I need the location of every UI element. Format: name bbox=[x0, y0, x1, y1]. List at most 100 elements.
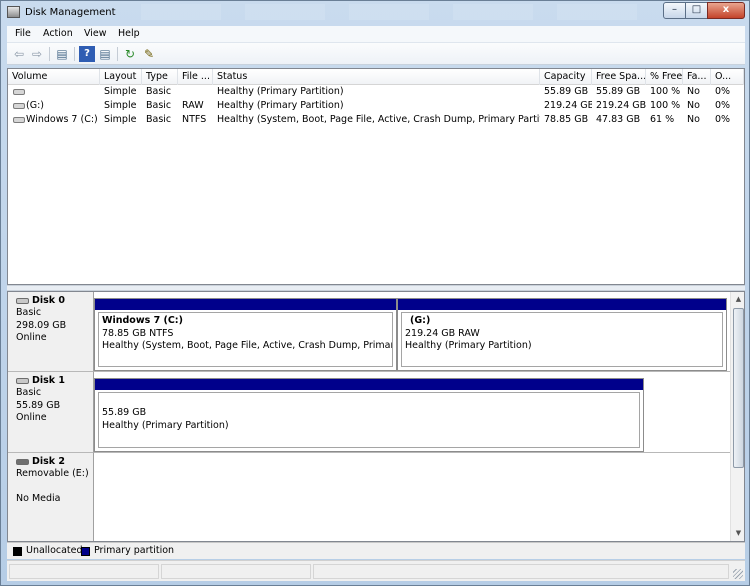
column-fault-tolerance[interactable]: Fa... bbox=[683, 69, 711, 85]
disk-1-type: Basic bbox=[16, 387, 42, 399]
toolbar-separator bbox=[117, 47, 118, 61]
disk-2-label: Disk 2 bbox=[32, 456, 66, 467]
cell-overhead: 0% bbox=[715, 86, 731, 97]
cell-status: Healthy (System, Boot, Page File, Active… bbox=[217, 114, 540, 125]
disk-2-size bbox=[16, 481, 93, 493]
partition-status: Healthy (Primary Partition) bbox=[102, 419, 229, 431]
disk-0-info[interactable]: Disk 0 Basic 298.09 GB Online bbox=[8, 292, 94, 372]
cell-free-space: 55.89 GB bbox=[596, 86, 641, 97]
close-button[interactable]: x bbox=[707, 2, 745, 19]
column-capacity[interactable]: Capacity bbox=[540, 69, 592, 85]
window-title: Disk Management bbox=[25, 7, 116, 18]
status-bar bbox=[7, 560, 745, 581]
menu-action[interactable]: Action bbox=[43, 28, 73, 39]
export-list-icon[interactable]: ✎ bbox=[141, 46, 157, 62]
volume-row[interactable]: (G:) Simple Basic RAW Healthy (Primary P… bbox=[8, 99, 744, 113]
partition-windows-7-c[interactable]: Windows 7 (C:) 78.85 GB NTFS Healthy (Sy… bbox=[94, 298, 397, 371]
disk-0-status: Online bbox=[16, 331, 47, 343]
partition-disk-1[interactable]: 55.89 GB Healthy (Primary Partition) bbox=[94, 378, 644, 452]
column-overhead[interactable]: O... bbox=[711, 69, 744, 85]
partition-size: 219.24 GB RAW bbox=[405, 327, 480, 339]
legend-unallocated: Unallocated bbox=[26, 545, 83, 556]
primary-partition-bar bbox=[95, 299, 396, 310]
cell-fault-tolerance: No bbox=[687, 114, 700, 125]
hard-disk-icon bbox=[16, 378, 29, 384]
scrollbar-thumb[interactable] bbox=[733, 308, 744, 468]
disk-1-label: Disk 1 bbox=[32, 375, 66, 386]
partition-g[interactable]: (G:) 219.24 GB RAW Healthy (Primary Part… bbox=[397, 298, 727, 371]
column-layout[interactable]: Layout bbox=[100, 69, 142, 85]
partition-name: (G:) bbox=[410, 315, 431, 326]
disk-1-status: Online bbox=[16, 411, 47, 423]
column-status[interactable]: Status bbox=[213, 69, 540, 85]
back-arrow-icon[interactable]: ⇦ bbox=[11, 46, 27, 62]
show-pane-icon[interactable]: ▤ bbox=[97, 46, 113, 62]
column-free-space[interactable]: Free Spa... bbox=[592, 69, 646, 85]
scroll-down-arrow-icon[interactable]: ▼ bbox=[732, 526, 744, 541]
cell-free-space: 47.83 GB bbox=[596, 114, 641, 125]
disk-map-scrollbar[interactable]: ▲ ▼ bbox=[730, 292, 744, 541]
disk-management-app-icon bbox=[7, 6, 20, 18]
background-taskbar-previews bbox=[131, 4, 651, 20]
disk-0-name: Disk 0 bbox=[16, 295, 93, 307]
disk-1-size: 55.89 GB bbox=[16, 399, 61, 411]
disk-1-partitions: 55.89 GB Healthy (Primary Partition) bbox=[94, 372, 730, 453]
cell-overhead: 0% bbox=[715, 100, 731, 111]
forward-arrow-icon[interactable]: ⇨ bbox=[29, 46, 45, 62]
disk-1-info[interactable]: Disk 1 Basic 55.89 GB Online bbox=[8, 372, 94, 453]
menu-bar: File Action View Help bbox=[7, 26, 745, 43]
cell-volume bbox=[22, 85, 100, 99]
column-percent-free[interactable]: % Free bbox=[646, 69, 683, 85]
disk-2-row: Disk 2 Removable (E:) No Media bbox=[8, 453, 730, 541]
cell-percent-free: 61 % bbox=[650, 114, 675, 125]
partition-status: Healthy (Primary Partition) bbox=[405, 340, 532, 351]
column-file-system[interactable]: File ... bbox=[178, 69, 213, 85]
help-icon[interactable]: ? bbox=[79, 46, 95, 62]
title-bar[interactable]: Disk Management – □ x bbox=[1, 1, 749, 25]
resize-grip-icon[interactable] bbox=[733, 569, 743, 579]
status-segment bbox=[313, 564, 729, 579]
cell-percent-free: 100 % bbox=[650, 86, 681, 97]
disk-0-label: Disk 0 bbox=[32, 295, 66, 306]
cell-fault-tolerance: No bbox=[687, 100, 700, 111]
minimize-button[interactable]: – bbox=[663, 2, 686, 19]
column-volume[interactable]: Volume bbox=[8, 69, 100, 85]
console-tree-icon[interactable]: ▤ bbox=[54, 46, 70, 62]
partition-status: Healthy (System, Boot, Page File, Active… bbox=[102, 340, 393, 351]
disk-0-type: Basic bbox=[16, 307, 42, 319]
cell-type: Basic bbox=[146, 100, 172, 111]
partition-details: (G:) 219.24 GB RAW Healthy (Primary Part… bbox=[401, 312, 723, 367]
cell-free-space: 219.24 GB bbox=[596, 100, 646, 111]
volume-list-pane: Volume Layout Type File ... Status Capac… bbox=[7, 68, 745, 285]
cell-fault-tolerance: No bbox=[687, 86, 700, 97]
cell-file-system: RAW bbox=[182, 100, 204, 111]
disk-2-partitions bbox=[94, 453, 730, 541]
cell-capacity: 55.89 GB bbox=[544, 86, 589, 97]
menu-file[interactable]: File bbox=[15, 28, 31, 39]
legend-primary-partition: Primary partition bbox=[94, 545, 175, 556]
maximize-button[interactable]: □ bbox=[685, 2, 708, 19]
disk-0-row: Disk 0 Basic 298.09 GB Online Windows 7 … bbox=[8, 292, 730, 372]
legend-bar: Unallocated Primary partition bbox=[7, 542, 745, 559]
primary-partition-swatch bbox=[81, 547, 90, 556]
refresh-icon[interactable]: ↻ bbox=[122, 46, 138, 62]
volume-row[interactable]: Windows 7 (C:) Simple Basic NTFS Healthy… bbox=[8, 113, 744, 127]
volume-row[interactable]: Simple Basic Healthy (Primary Partition)… bbox=[8, 85, 744, 99]
cell-capacity: 219.24 GB bbox=[544, 100, 592, 111]
partition-details: 55.89 GB Healthy (Primary Partition) bbox=[98, 392, 640, 448]
disk-2-status: No Media bbox=[16, 492, 61, 504]
cell-type: Basic bbox=[146, 86, 172, 97]
partition-size: 55.89 GB bbox=[102, 407, 147, 418]
disk-0-size: 298.09 GB bbox=[16, 319, 67, 331]
toolbar-separator bbox=[49, 47, 50, 61]
column-type[interactable]: Type bbox=[142, 69, 178, 85]
cell-file-system bbox=[178, 85, 213, 99]
menu-help[interactable]: Help bbox=[118, 28, 140, 39]
volume-table-header: Volume Layout Type File ... Status Capac… bbox=[8, 69, 744, 85]
cell-type: Basic bbox=[146, 114, 172, 125]
menu-view[interactable]: View bbox=[84, 28, 107, 39]
scroll-up-arrow-icon[interactable]: ▲ bbox=[732, 292, 744, 307]
disk-management-window: Disk Management – □ x File Action View H… bbox=[0, 0, 750, 586]
cell-percent-free: 100 % bbox=[650, 100, 681, 111]
disk-2-info[interactable]: Disk 2 Removable (E:) No Media bbox=[8, 453, 94, 541]
